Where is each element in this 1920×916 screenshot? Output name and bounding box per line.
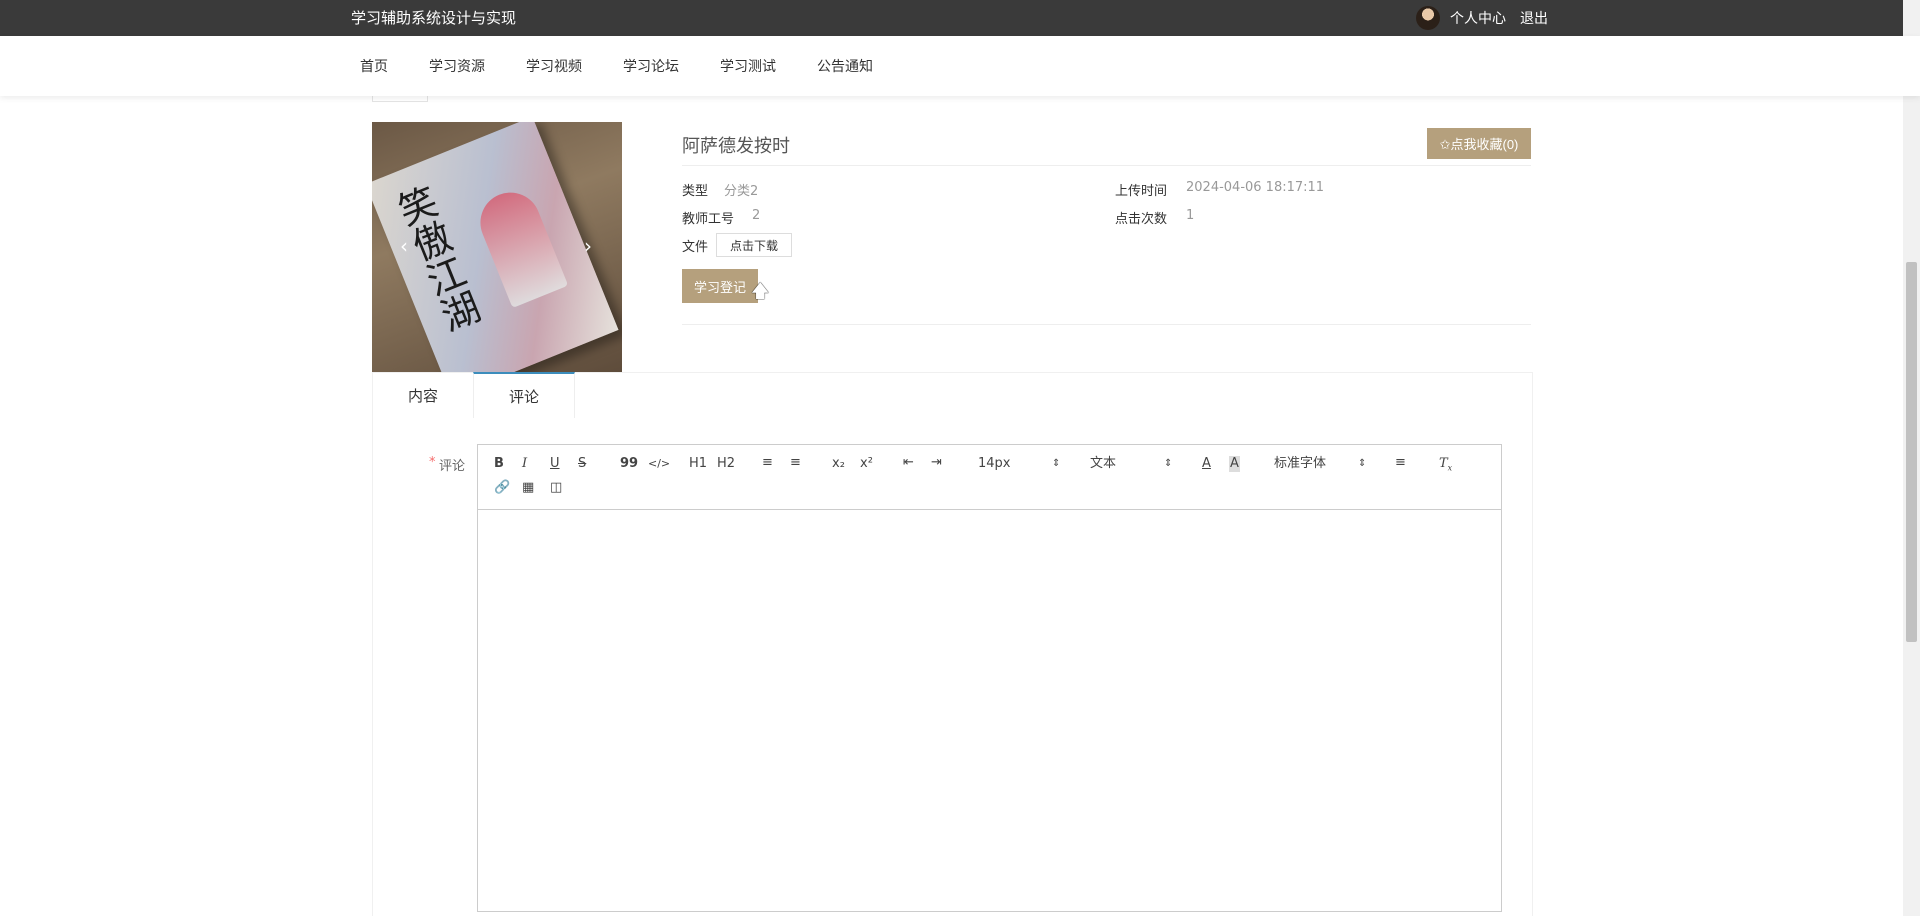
type-value: 分类2	[724, 184, 759, 199]
text-color-icon[interactable]: A	[1202, 456, 1211, 472]
click-count-value: 1	[1186, 208, 1195, 223]
resource-title: 阿萨德发按时	[682, 136, 790, 157]
h2-icon[interactable]: H2	[717, 456, 735, 472]
indent-icon[interactable]: ⇥	[931, 455, 942, 471]
chevron-updown-icon: ⇕	[1052, 458, 1061, 469]
teacher-id-value: 2	[752, 208, 761, 223]
strike-icon[interactable]: S	[578, 456, 586, 472]
font-size-select[interactable]: 14px	[978, 456, 1011, 472]
divider	[682, 165, 1531, 166]
book-cover-text: 笑傲江湖	[386, 180, 485, 338]
link-icon[interactable]: 🔗	[494, 480, 510, 496]
ordered-list-icon[interactable]: ≡	[762, 455, 773, 471]
nav-home[interactable]: 首页	[360, 56, 388, 76]
required-mark: *	[429, 455, 436, 470]
book-cover-image: 笑傲江湖	[372, 122, 619, 372]
mouse-cursor-icon: 🡅	[751, 281, 770, 302]
carousel-next-icon[interactable]: ›	[584, 234, 592, 258]
top-bar: 学习辅助系统设计与实现 个人中心 退出	[0, 0, 1920, 36]
underline-icon[interactable]: U	[550, 456, 560, 472]
comment-label: 评论	[439, 459, 466, 474]
code-icon[interactable]: </>	[648, 456, 670, 472]
resource-cover-carousel: 笑傲江湖 ‹ ›	[372, 122, 622, 372]
file-label: 文件	[682, 240, 709, 255]
bold-icon[interactable]: B	[494, 456, 504, 472]
page-scrollbar[interactable]	[1903, 0, 1920, 916]
breadcrumb-fragment	[372, 96, 428, 102]
editor-toolbar: B I U S 99 </> H1 H2 ≡ ≡ x₂ x² ⇤ ⇥ 14px …	[478, 445, 1501, 510]
header-select[interactable]: 文本	[1090, 456, 1116, 472]
align-icon[interactable]: ≡	[1395, 455, 1406, 471]
rich-text-editor: B I U S 99 </> H1 H2 ≡ ≡ x₂ x² ⇤ ⇥ 14px …	[477, 444, 1502, 912]
nav-forum[interactable]: 学习论坛	[623, 56, 679, 76]
upload-time-value: 2024-04-06 18:17:11	[1186, 180, 1325, 195]
bullet-list-icon[interactable]: ≡	[790, 455, 801, 471]
font-family-select[interactable]: 标准字体	[1274, 456, 1326, 472]
image-icon[interactable]: ▦	[522, 480, 534, 496]
background-color-icon[interactable]: A	[1229, 456, 1240, 472]
upload-time-label: 上传时间	[1115, 184, 1168, 199]
chevron-updown-icon: ⇕	[1358, 458, 1367, 469]
divider	[682, 324, 1531, 325]
nav-notices[interactable]: 公告通知	[817, 56, 873, 76]
scrollbar-thumb[interactable]	[1906, 262, 1917, 642]
italic-icon[interactable]: I	[522, 456, 527, 472]
favorite-button[interactable]: ✩点我收藏(0)	[1427, 128, 1531, 159]
video-icon[interactable]: ◫	[550, 480, 562, 496]
tab-comment[interactable]: 评论	[473, 372, 575, 418]
chevron-updown-icon: ⇕	[1164, 458, 1173, 469]
tab-content[interactable]: 内容	[373, 373, 473, 417]
book-illustration	[471, 183, 569, 308]
avatar[interactable]	[1416, 6, 1440, 30]
comment-editor-area[interactable]	[478, 510, 1501, 911]
user-area: 个人中心 退出	[1416, 6, 1548, 30]
outdent-icon[interactable]: ⇤	[903, 455, 914, 471]
carousel-prev-icon[interactable]: ‹	[400, 234, 408, 258]
nav-resources[interactable]: 学习资源	[429, 56, 485, 76]
nav-tests[interactable]: 学习测试	[720, 56, 776, 76]
logout-link[interactable]: 退出	[1520, 8, 1548, 28]
site-title: 学习辅助系统设计与实现	[351, 9, 517, 27]
detail-tabs: 内容 评论	[372, 372, 1533, 418]
personal-center-link[interactable]: 个人中心	[1450, 8, 1506, 28]
clear-format-icon[interactable]: Tx	[1439, 456, 1452, 477]
main-nav: 首页 学习资源 学习视频 学习论坛 学习测试 公告通知	[0, 36, 1920, 96]
nav-videos[interactable]: 学习视频	[526, 56, 582, 76]
blockquote-icon[interactable]: 99	[620, 456, 638, 472]
click-count-label: 点击次数	[1115, 212, 1168, 227]
subscript-icon[interactable]: x₂	[832, 456, 845, 472]
download-button[interactable]: 点击下载	[716, 233, 792, 257]
h1-icon[interactable]: H1	[689, 456, 707, 472]
teacher-id-label: 教师工号	[682, 212, 735, 227]
superscript-icon[interactable]: x²	[860, 456, 873, 472]
type-label: 类型	[682, 184, 709, 199]
study-register-button[interactable]: 学习登记	[682, 269, 758, 303]
